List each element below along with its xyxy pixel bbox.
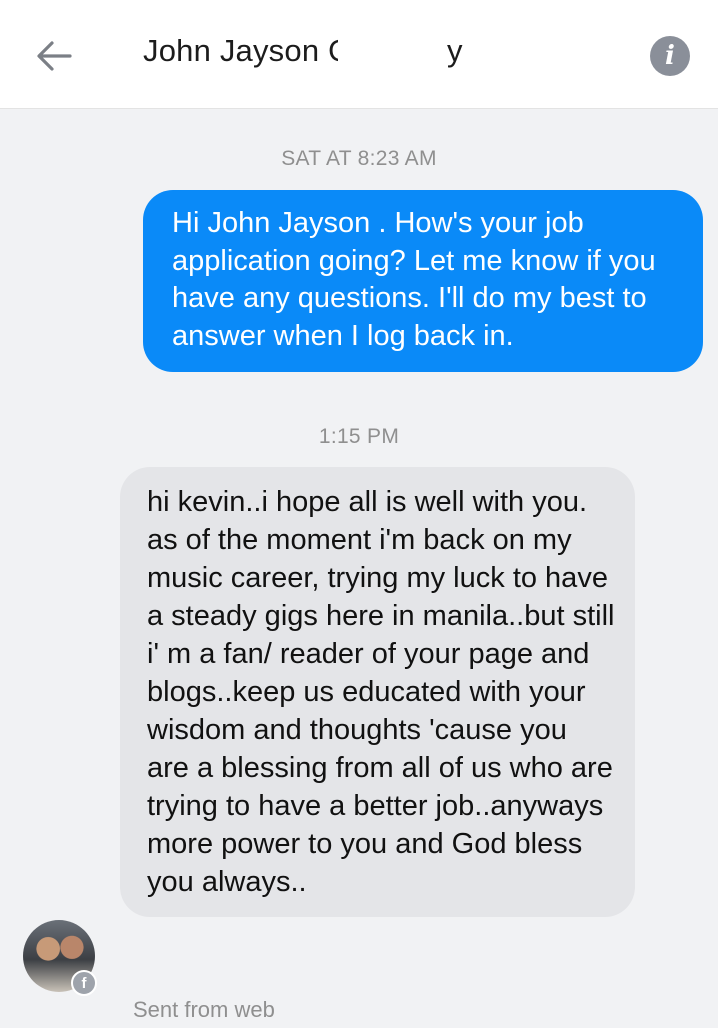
- timestamp-saturday: SAT AT 8:23 AM: [281, 147, 437, 170]
- back-button[interactable]: [26, 30, 82, 82]
- sent-from-label: Sent from web: [133, 997, 275, 1022]
- outgoing-message-bubble[interactable]: Hi John Jayson . How's your job applicat…: [143, 190, 703, 372]
- facebook-badge-glyph: f: [81, 974, 87, 992]
- name-redaction: [338, 34, 430, 76]
- conversation-header: John Jayson O y i: [0, 0, 718, 109]
- contact-name-tail[interactable]: y: [447, 33, 463, 69]
- contact-name[interactable]: John Jayson O: [143, 33, 352, 69]
- facebook-badge-icon: f: [71, 970, 97, 996]
- arrow-left-icon: [37, 41, 72, 71]
- incoming-message-bubble[interactable]: hi kevin..i hope all is well with you. a…: [120, 467, 635, 917]
- timestamp-afternoon: 1:15 PM: [318, 425, 400, 448]
- message-thread[interactable]: SAT AT 8:23 AM Hi John Jayson . How's yo…: [0, 109, 718, 1028]
- info-button[interactable]: i: [650, 36, 690, 76]
- info-icon: i: [665, 41, 675, 71]
